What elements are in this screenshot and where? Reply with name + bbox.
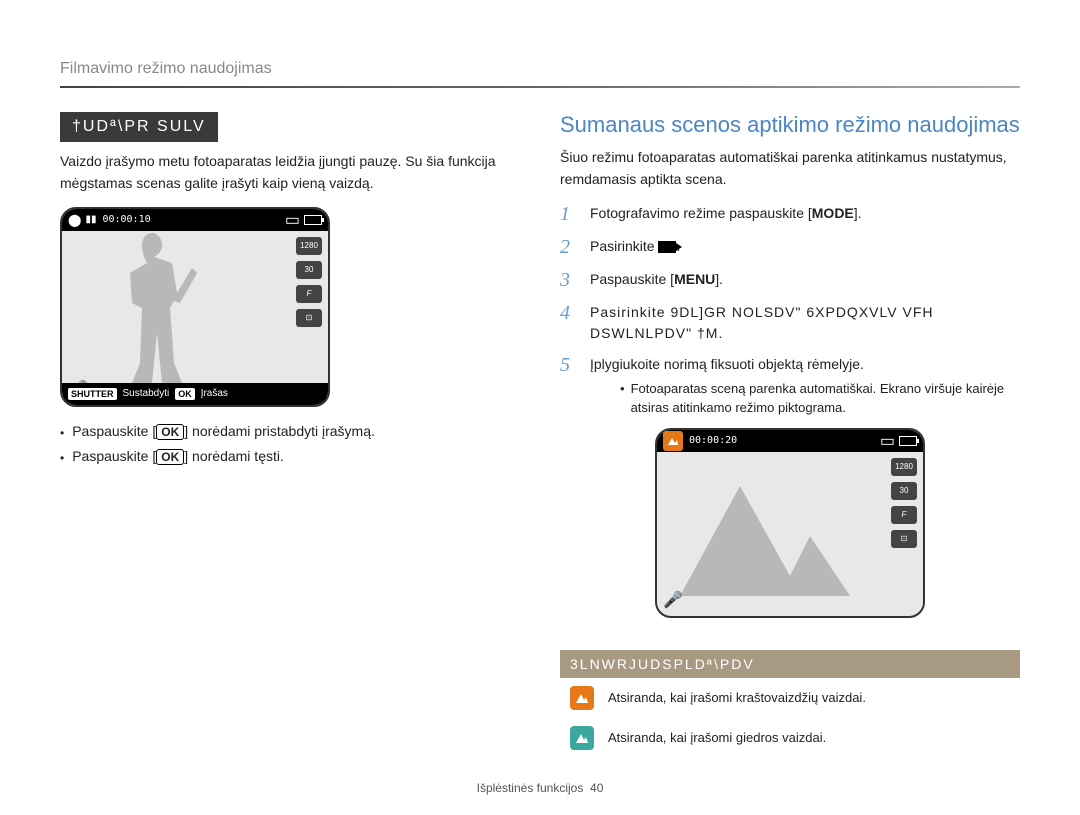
camera-preview-right: 00:00:20 ▭ 1280 30 F ⊡ <box>655 428 925 618</box>
step-3-text: Paspauskite [MENU]. <box>590 269 1020 290</box>
table-cell-text: Atsiranda, kai įrašomi giedros vaizdai. <box>608 730 826 745</box>
menu-key: MENU <box>674 271 715 287</box>
step-1-text: Fotografavimo režime paspauskite [MODE]. <box>590 203 1020 224</box>
bullet-icon: • <box>60 448 64 470</box>
scene-landscape-icon <box>663 431 683 451</box>
step-number: 5 <box>560 354 578 377</box>
record-icon: ⬤ <box>68 213 81 227</box>
pause-icon: ▮▮ <box>85 214 96 225</box>
res-icon: 1280 <box>891 458 917 476</box>
table-row: Atsiranda, kai įrašomi kraštovaizdžių va… <box>560 678 1020 718</box>
battery-icon <box>899 436 917 446</box>
step-5-sub: Fotoaparatas sceną parenka automatiškai.… <box>631 379 1020 418</box>
left-bullet-list: • Paspauskite [OK] norėdami pristabdyti … <box>60 419 500 470</box>
fps-icon: 30 <box>296 261 322 279</box>
camera-preview-left: ⬤ ▮▮ 00:00:10 ▭ 1280 30 F ⊡ <box>60 207 330 407</box>
step-number: 1 <box>560 203 578 226</box>
shutter-keycap: SHUTTER <box>68 388 117 400</box>
breadcrumb: Filmavimo režimo naudojimas <box>60 60 1020 78</box>
sub-bullet-icon: • <box>620 379 625 418</box>
f-icon: F <box>891 506 917 524</box>
meter-icon: ⊡ <box>891 530 917 548</box>
ok-keycap: OK <box>175 388 195 400</box>
mountains-illustration <box>677 476 883 596</box>
res-icon: 1280 <box>296 237 322 255</box>
step-4-text: Pasirinkite 9DL]GR NOLSDV" 6XPDQXVLV VFH… <box>590 302 1020 344</box>
f-icon: F <box>296 285 322 303</box>
landscape-scene-icon <box>570 686 594 710</box>
card-icon: ▭ <box>880 431 895 451</box>
fps-icon: 30 <box>891 482 917 500</box>
table-header: 3LNWRJUDSPLDª\PDV <box>560 650 1020 678</box>
battery-icon <box>304 215 322 225</box>
step-5-text: Įplygiukoite norimą fiksuoti objektą rėm… <box>590 354 1020 375</box>
ok-key: OK <box>156 449 184 465</box>
person-silhouette <box>102 233 202 383</box>
table-cell-text: Atsiranda, kai įrašomi kraštovaizdžių va… <box>608 690 866 705</box>
card-icon: ▭ <box>285 210 300 230</box>
bullet-item-2: Paspauskite [OK] norėdami tęsti. <box>72 444 284 469</box>
mic-icon: 🎤 <box>663 590 683 610</box>
header-divider <box>60 86 1020 88</box>
ok-key: OK <box>156 424 184 440</box>
right-intro-text: Šiuo režimu fotoaparatas automatiškai pa… <box>560 146 1020 191</box>
left-intro-text: Vaizdo įrašymo metu fotoaparatas leidžia… <box>60 150 500 195</box>
step-2-text: Pasirinkite . <box>590 236 1020 257</box>
step-number: 2 <box>560 236 578 259</box>
bullet-item-1: Paspauskite [OK] norėdami pristabdyti įr… <box>72 419 375 444</box>
shutter-caption: Sustabdyti <box>123 388 170 399</box>
clear-sky-scene-icon <box>570 726 594 750</box>
numbered-steps: 1 Fotografavimo režime paspauskite [MODE… <box>560 203 1020 418</box>
step-number: 3 <box>560 269 578 292</box>
section-ribbon-left: †UDª\PR SULV <box>60 112 218 142</box>
step-number: 4 <box>560 302 578 325</box>
timer-text: 00:00:10 <box>102 214 150 225</box>
scene-table: 3LNWRJUDSPLDª\PDV Atsiranda, kai įrašomi… <box>560 650 1020 758</box>
bullet-icon: • <box>60 423 64 445</box>
video-mode-icon <box>658 241 676 253</box>
meter-icon: ⊡ <box>296 309 322 327</box>
ok-caption: Įrašas <box>201 388 228 399</box>
timer-text-2: 00:00:20 <box>689 435 737 446</box>
page-footer: Išplėstinės funkcijos 40 <box>0 781 1080 795</box>
table-row: Atsiranda, kai įrašomi giedros vaizdai. <box>560 718 1020 758</box>
right-section-title: Sumanaus scenos aptikimo režimo naudojim… <box>560 112 1020 138</box>
mode-key: MODE <box>812 205 854 221</box>
